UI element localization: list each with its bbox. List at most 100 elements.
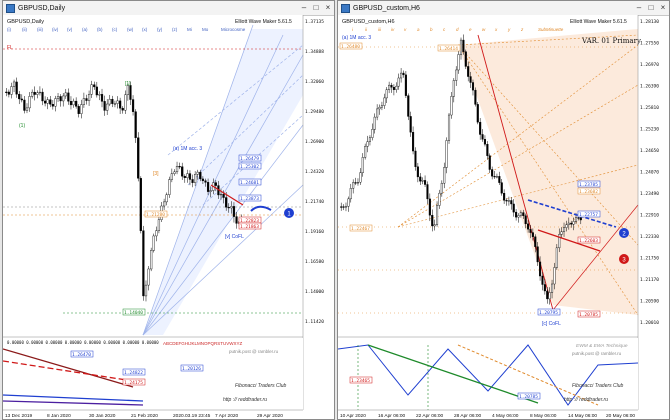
- candle-body: [368, 137, 371, 142]
- minimize-icon[interactable]: –: [298, 2, 310, 14]
- wave-degree-tail[interactable]: SubMinuette: [538, 27, 564, 32]
- svg-text:1.20785: 1.20785: [519, 394, 538, 400]
- wave-degree-item[interactable]: Mi: [187, 27, 192, 32]
- candle-body: [90, 84, 93, 95]
- wave-degree-item[interactable]: (v): [67, 27, 73, 32]
- price-tick: 1.22910: [640, 213, 659, 219]
- price-tick: 1.26970: [640, 62, 659, 68]
- maximize-icon[interactable]: □: [310, 2, 322, 14]
- close-icon[interactable]: ×: [322, 2, 334, 14]
- candle-body: [340, 206, 343, 208]
- price-tick: 1.32060: [305, 79, 324, 85]
- wave-degree-item[interactable]: (ii): [22, 27, 27, 32]
- window-titlebar-right[interactable]: GBPUSD_custom,H6 – □ ×: [338, 1, 669, 16]
- candle-body: [378, 106, 381, 110]
- wave-label-bottom: [c] CoFL: [542, 321, 561, 327]
- date-axis[interactable]: 10 Apr 2020 16 Apr 06:00 22 Apr 06:00 28 Ap…: [340, 413, 635, 419]
- candle-body: [352, 182, 355, 189]
- watermark-email: putnik.post @ rambler.ru: [572, 351, 622, 356]
- chart-window-left[interactable]: GBPUSD,Daily – □ × 1 1.26479 1.25302 1.2…: [2, 0, 335, 420]
- candle-body: [483, 139, 486, 145]
- minimize-icon[interactable]: –: [633, 2, 645, 14]
- candle-body: [28, 96, 31, 109]
- candle-body: [383, 97, 386, 106]
- price-tick: 1.21750: [640, 256, 659, 262]
- candle-body: [364, 146, 367, 158]
- wave-degree-item[interactable]: Mo: [202, 27, 209, 32]
- watermark-email: putnik.post @ rambler.ru: [229, 349, 279, 354]
- candle-body: [481, 134, 484, 140]
- candle-body: [431, 214, 434, 227]
- date-tick: 20 May 06:00: [606, 413, 635, 419]
- candle-body: [493, 175, 496, 178]
- candle-body: [395, 85, 398, 90]
- price-axis[interactable]: 1.28130 1.27550 1.26970 1.26390 1.25810 1.252…: [640, 19, 659, 326]
- close-icon[interactable]: ×: [657, 2, 669, 14]
- candle-body: [121, 107, 124, 111]
- candle-body: [498, 176, 501, 183]
- price-tick: 1.29480: [305, 109, 324, 115]
- svg-text:1.26414: 1.26414: [439, 46, 458, 52]
- wave-degree-item[interactable]: (z): [172, 27, 178, 32]
- maximize-icon[interactable]: □: [645, 2, 657, 14]
- candle-body: [426, 184, 429, 200]
- candle-body: [119, 100, 122, 109]
- price-chart-left[interactable]: 1 1.26479 1.25302 1.24681 1.23873 1.2282…: [3, 15, 334, 419]
- candle-body: [95, 86, 98, 96]
- price-axis[interactable]: 1.37135 1.34888 1.32060 1.29480 1.26900 1.243…: [305, 19, 324, 325]
- candle-body: [222, 193, 225, 198]
- price-tick: 1.28130: [640, 19, 659, 25]
- wave-degree-item[interactable]: (i): [7, 27, 11, 32]
- price-chart-right[interactable]: 2 3 1.26480 1.26414 1.22467 1.23785 1.23…: [338, 15, 669, 419]
- candle-body: [474, 89, 477, 105]
- candle-body: [579, 217, 582, 221]
- candle-body: [31, 91, 34, 97]
- variant-label: VAR. 01 Primary: [581, 37, 641, 45]
- svg-text:1.23785: 1.23785: [579, 182, 598, 188]
- window-title-left: GBPUSD,Daily: [18, 4, 66, 12]
- svg-text:1.26470: 1.26470: [72, 352, 91, 358]
- candle-body: [152, 235, 155, 251]
- wave-degree-item[interactable]: (x): [142, 27, 148, 32]
- chart-window-right[interactable]: GBPUSD_custom,H6 – □ × 2 3 1.26480 1.264…: [337, 0, 670, 420]
- candle-body: [546, 290, 549, 300]
- wave-degree-item[interactable]: (c): [112, 27, 118, 32]
- price-tick: 1.25230: [640, 127, 659, 133]
- wave-degree-tail[interactable]: Microcosme: [221, 27, 246, 32]
- candle-body: [188, 173, 192, 180]
- level-label: 1.25302: [240, 164, 259, 170]
- candle-body: [100, 94, 104, 102]
- svg-text:1.20785: 1.20785: [579, 312, 598, 318]
- window-titlebar-left[interactable]: GBPUSD,Daily – □ ×: [3, 1, 334, 16]
- candle-body: [113, 103, 117, 105]
- candle-body: [356, 182, 360, 184]
- candle-body: [361, 157, 364, 173]
- svg-text:[3]: [3]: [153, 171, 159, 177]
- wave-degree-item[interactable]: (iii): [37, 27, 43, 32]
- candle-body: [551, 283, 554, 293]
- candle-body: [170, 173, 173, 180]
- candle-body: [433, 224, 436, 227]
- wave-degree-item[interactable]: (w): [127, 27, 134, 32]
- candle-body: [541, 275, 544, 285]
- wave-degree-item[interactable]: (iv): [52, 27, 59, 32]
- candle-body: [181, 166, 184, 177]
- wave-degree-item[interactable]: (a): [82, 27, 88, 32]
- price-tick: 1.20590: [640, 299, 659, 305]
- date-tick: 21 Feb 2020: [131, 413, 158, 419]
- candle-body: [503, 193, 506, 201]
- svg-text:1.22603: 1.22603: [579, 238, 598, 244]
- candle-body: [390, 84, 393, 88]
- club-site: http :// reddtrader.ru: [564, 397, 608, 403]
- candle-body: [186, 173, 189, 179]
- date-tick: 4 May 06:00: [492, 413, 519, 419]
- candle-body: [64, 92, 67, 97]
- candle-body: [457, 54, 460, 71]
- candle-body: [443, 167, 446, 184]
- candle-body: [10, 86, 13, 95]
- date-tick: 30 Jan 2020: [89, 413, 116, 419]
- wave-degree-item[interactable]: (y): [157, 27, 163, 32]
- wave-degree-item[interactable]: (b): [97, 27, 103, 32]
- date-axis[interactable]: 13 Dec 2019 8 Jan 2020 30 Jan 2020 21 Feb 2…: [5, 413, 283, 419]
- candle-body: [450, 96, 453, 116]
